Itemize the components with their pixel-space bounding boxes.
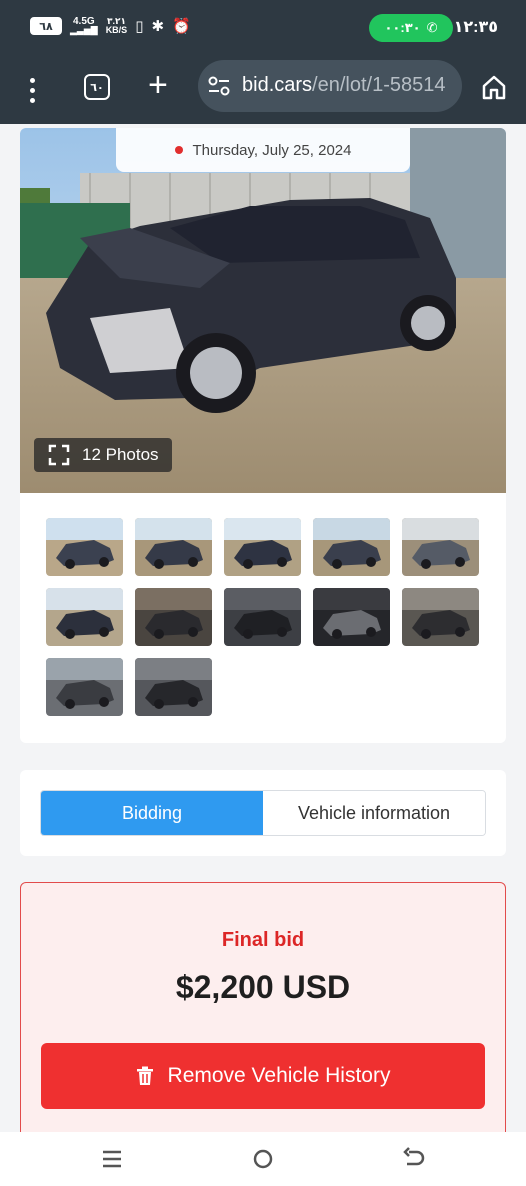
lot-tabs-card: Bidding Vehicle information [20,770,506,856]
view-photos-button[interactable]: 12 Photos [34,438,172,472]
battery-level: ٦٨ [39,20,53,33]
trash-icon [136,1066,153,1085]
photo-thumbnail[interactable] [313,518,390,576]
system-nav-bar [0,1132,526,1186]
signal-icon: 4.5G ▂▃▅▇ [70,16,98,35]
url-path: /en/lot/1-58514 [312,74,446,96]
photo-thumbnail[interactable] [224,588,301,646]
photo-thumbnail[interactable] [46,658,123,716]
photo-thumbnail[interactable] [135,658,212,716]
site-settings-icon[interactable] [208,76,230,96]
data-speed-unit: KB/S [105,25,128,35]
sale-date: Thursday, July 25, 2024 [192,141,352,159]
photo-thumbnail[interactable] [135,518,212,576]
url-domain: bid.cars [242,74,313,96]
photo-thumbnail[interactable] [402,518,479,576]
alarm-icon: ⏰ [172,18,191,35]
status-dot-icon [174,146,183,154]
photo-thumbnail[interactable] [46,588,123,646]
photo-thumbnail[interactable] [135,588,212,646]
browser-toolbar: ٦٠ + bid.cars/en/lot/1-58514 [0,56,526,124]
photo-thumbnail[interactable] [224,518,301,576]
final-bid-card: Final bid $2,200 USD Remove Vehicle Hist… [20,882,506,1152]
photo-thumbnail[interactable] [313,588,390,646]
photo-thumbnail[interactable] [46,518,123,576]
fullscreen-icon [48,444,70,466]
recent-apps-icon[interactable] [99,1146,125,1172]
tab-bidding[interactable]: Bidding [41,791,263,835]
vehicle-photos-card: Thursday, July 25, 2024 12 Photos [20,128,506,743]
tab-count: ٦٠ [90,81,104,94]
vibrate-icon: ▯ [135,18,144,35]
home-icon[interactable] [481,74,507,100]
home-nav-icon[interactable] [250,1146,276,1172]
clock: ١٢:٣٥ [453,19,498,36]
photos-count-label: 12 Photos [82,445,159,464]
menu-icon[interactable] [22,74,42,106]
photo-thumbnail[interactable] [402,588,479,646]
final-bid-label: Final bid [221,929,305,951]
bluetooth-icon: ✱ [151,18,165,35]
main-vehicle-photo[interactable]: Thursday, July 25, 2024 12 Photos [20,128,506,493]
back-icon[interactable] [401,1146,427,1172]
new-tab-icon[interactable]: + [148,68,168,102]
address-bar[interactable]: bid.cars/en/lot/1-58514 [198,60,462,112]
sale-date-badge: Thursday, July 25, 2024 [116,128,410,172]
ongoing-call-chip[interactable]: ٠٠:٣٠ ✆ [369,14,453,42]
status-bar: ٦٨ 4.5G ▂▃▅▇ ٣.٢١ KB/S ▯ ✱ ⏰ ٠٠:٣٠ ✆ ١٢:… [0,0,526,56]
phone-icon: ✆ [426,20,438,35]
remove-vehicle-history-button[interactable]: Remove Vehicle History [41,1043,485,1109]
lot-tabs: Bidding Vehicle information [40,790,486,836]
url-text: bid.cars/en/lot/1-58514 [242,74,445,97]
battery-icon: ٦٨ [30,17,62,35]
tab-switcher-button[interactable]: ٦٠ [84,74,110,100]
call-duration: ٠٠:٣٠ [384,20,421,35]
remove-vehicle-history-label: Remove Vehicle History [167,1064,391,1087]
tab-vehicle-information[interactable]: Vehicle information [263,791,485,835]
data-speed: ٣.٢١ KB/S [106,17,128,35]
final-bid-amount: $2,200 USD [175,969,351,1005]
